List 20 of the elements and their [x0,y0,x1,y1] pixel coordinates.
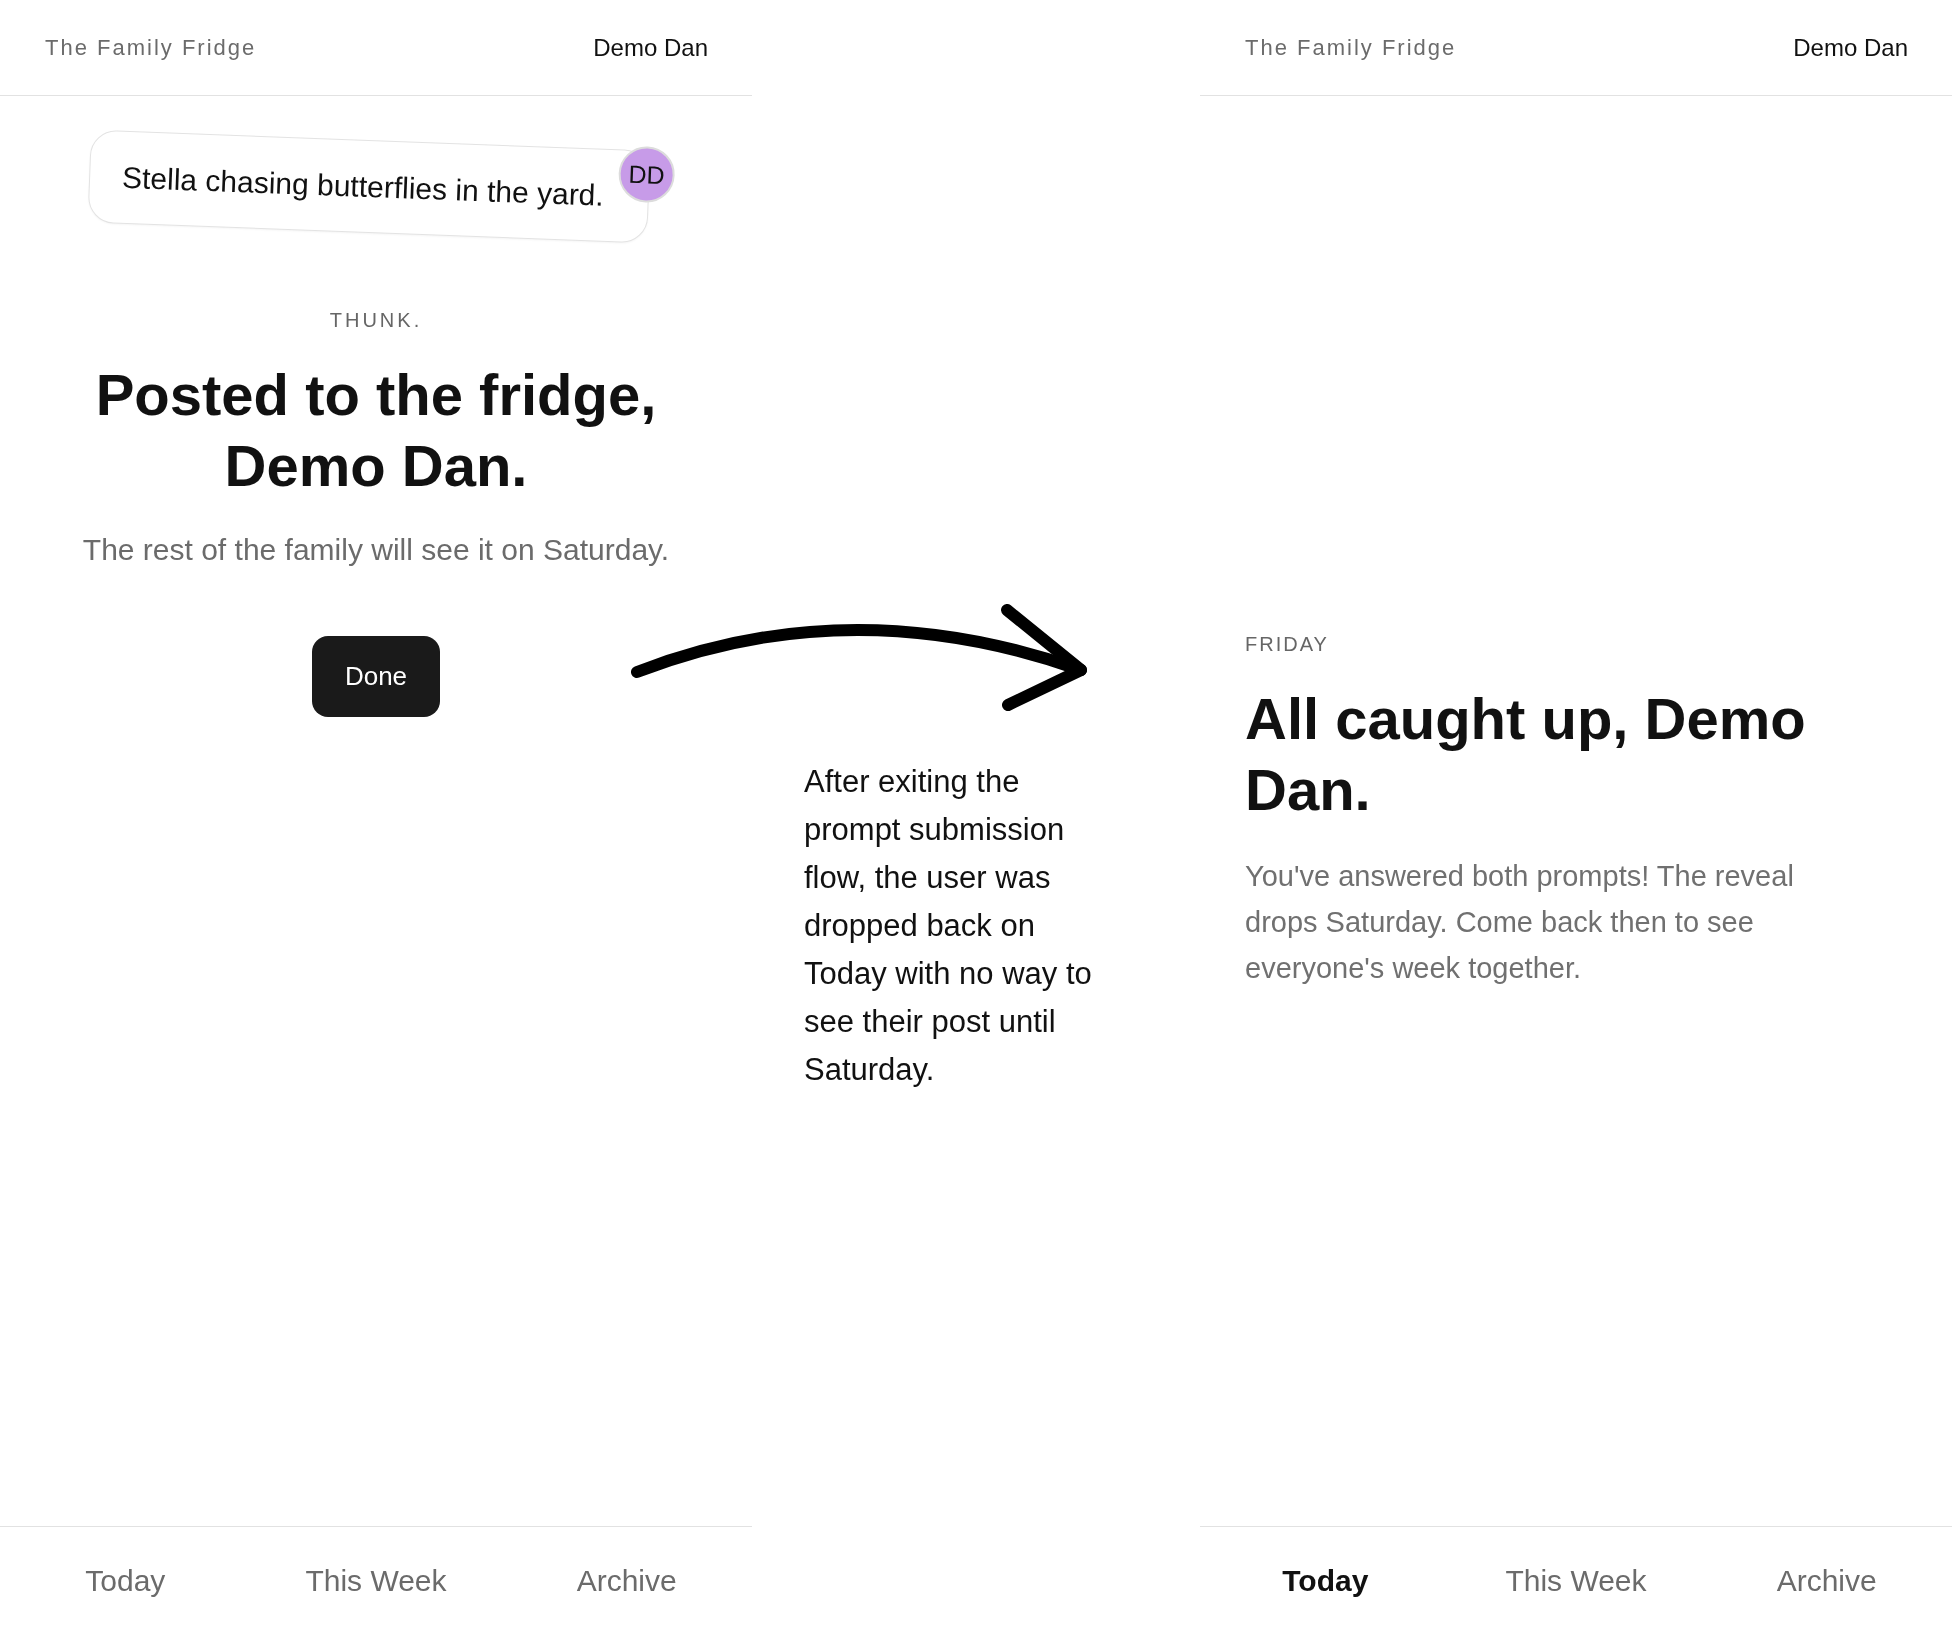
nav-tab[interactable]: This Week [1505,1562,1647,1599]
eyebrow-label: THUNK. [329,308,423,332]
day-label: FRIDAY [1245,631,1330,656]
app-title: The Family Fridge [1245,34,1457,61]
caught-up-heading: All caught up, Demo Dan. [1245,684,1807,824]
confirmation-message: The rest of the family will see it on Saturday. [82,532,670,568]
note-text: Stella chasing butterflies in the yard. [121,160,605,213]
confirmation-heading: Posted to the fridge, Demo Dan. [94,361,658,500]
nav-tab[interactable]: Today [1282,1562,1369,1599]
annotation-text: After exiting the prompt submission flow, the user was dropped back on Today with no way to see their post until Saturday. [804,763,1093,1089]
nav-tab[interactable]: Archive [576,1562,677,1599]
avatar: DD [617,145,676,204]
app-title: The Family Fridge [45,34,257,61]
user-name: Demo Dan [593,33,708,62]
caught-up-message: You've answered both prompts! The reveal drops Saturday. Come back then to see everyone's week together. [1245,858,1795,986]
done-button[interactable]: Done [312,636,440,717]
nav-tab[interactable]: This Week [305,1562,447,1599]
user-name: Demo Dan [1793,33,1908,62]
nav-tab[interactable]: Today [85,1562,166,1599]
nav-tab[interactable]: Archive [1776,1562,1877,1599]
